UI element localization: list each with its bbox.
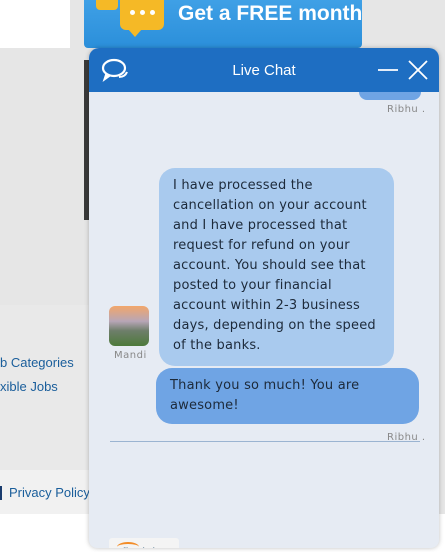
close-icon[interactable] bbox=[407, 59, 429, 81]
chat-transcript[interactable]: Ribhu . I have processed the cancellatio… bbox=[89, 92, 439, 548]
banner-decoration bbox=[96, 0, 118, 10]
privacy-policy-link[interactable]: Privacy Policy bbox=[9, 485, 90, 500]
agent-message: I have processed the cancellation on you… bbox=[159, 168, 394, 366]
chat-header: Live Chat bbox=[89, 48, 439, 92]
minimize-icon[interactable] bbox=[377, 59, 399, 81]
live-chat-window: Live Chat Ribhu . I have processed the c… bbox=[89, 48, 439, 548]
agent-name-label: Mandi bbox=[114, 350, 147, 361]
footer-link-flexible-jobs[interactable]: xible Jobs bbox=[0, 379, 58, 394]
chat-divider bbox=[110, 441, 420, 442]
previous-user-message bbox=[359, 92, 421, 100]
footer-link-job-categories[interactable]: b Categories bbox=[0, 355, 74, 370]
banner-text: Get a FREE month bbox=[178, 2, 363, 25]
agent-avatar bbox=[109, 306, 149, 346]
chat-title: Live Chat bbox=[232, 61, 296, 79]
flexjobs-logo: flexjobs bbox=[109, 538, 179, 548]
footer-separator bbox=[0, 486, 2, 500]
logo-swoosh bbox=[117, 542, 139, 548]
message-sender-label: Ribhu . bbox=[387, 104, 426, 115]
page-top-panel bbox=[0, 0, 70, 48]
speech-bubble-icon bbox=[120, 0, 164, 37]
free-month-banner[interactable]: Get a FREE month bbox=[84, 0, 362, 48]
chat-bubbles-icon bbox=[101, 58, 128, 82]
user-message: Thank you so much! You are awesome! bbox=[156, 368, 419, 424]
